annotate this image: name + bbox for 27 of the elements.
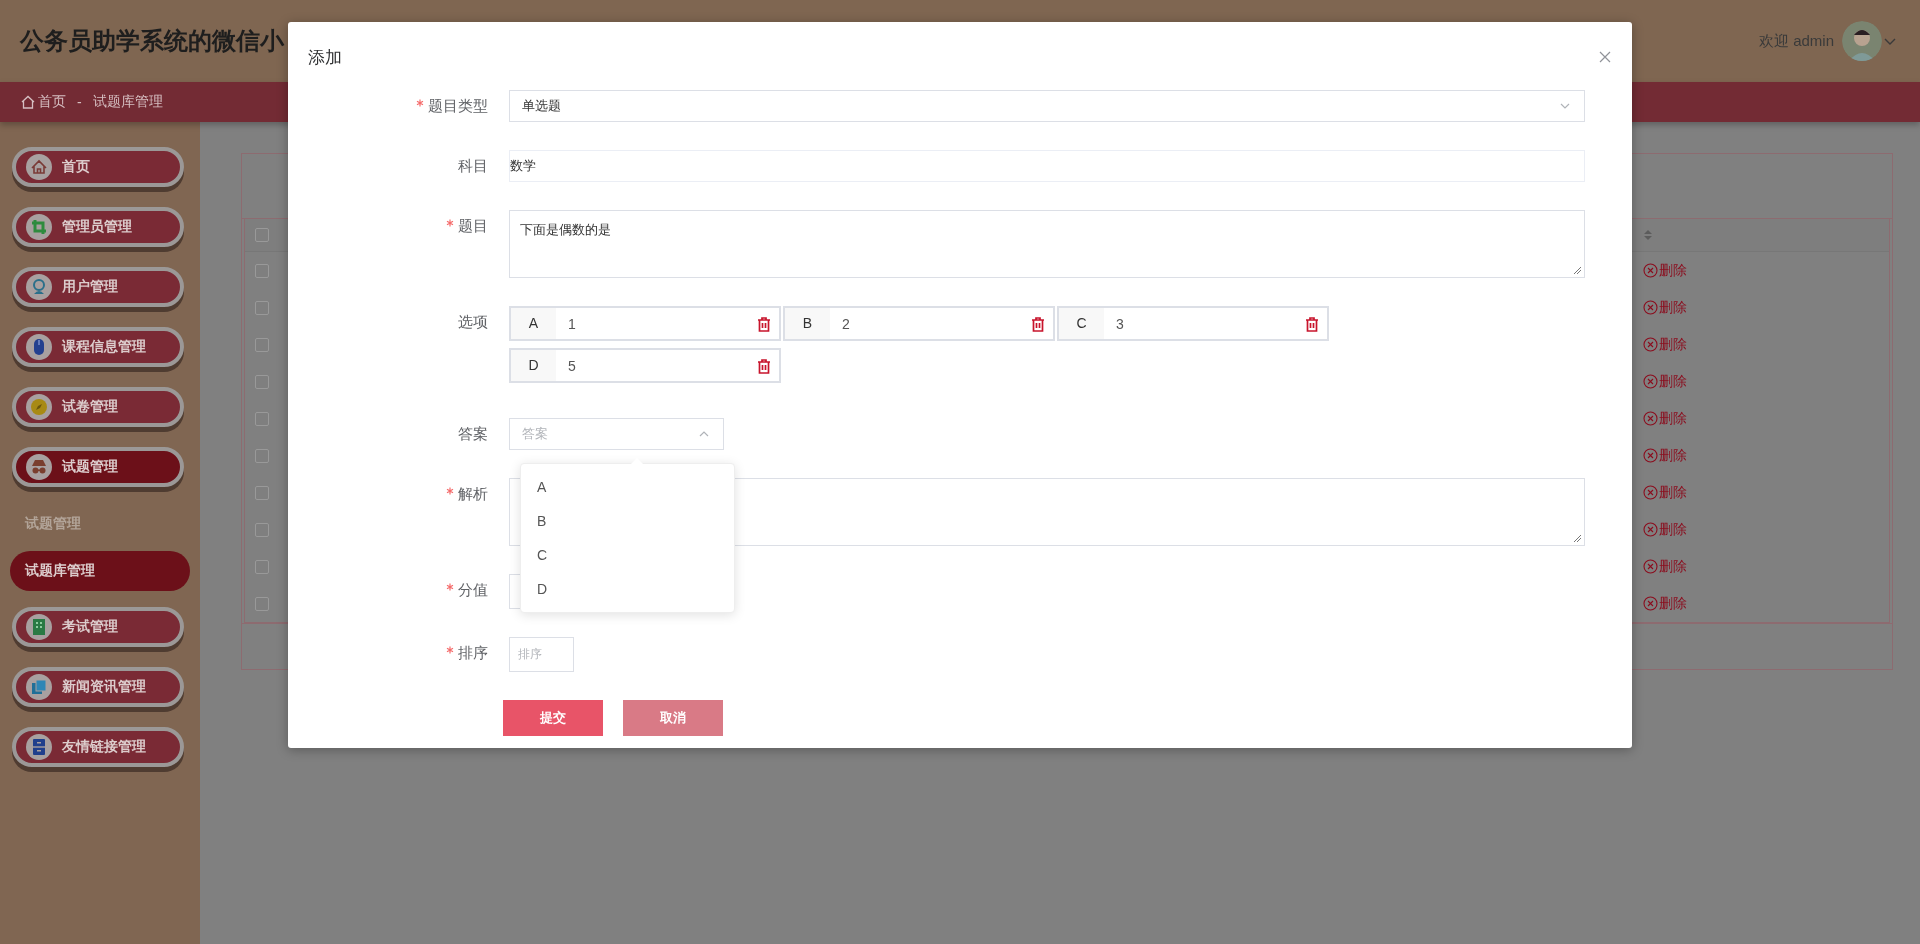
field-label: 科目 [458, 156, 488, 176]
field-label: 答案 [458, 424, 488, 444]
menu-label: 管理员管理 [62, 218, 132, 236]
submenu-heading: 试题管理 [24, 514, 82, 533]
menu-label: 考试管理 [62, 618, 118, 636]
menu-label: 课程信息管理 [62, 338, 146, 356]
menu-label: 首页 [62, 158, 90, 176]
app-title: 公务员助学系统的微信小 [20, 26, 284, 56]
field-label: 排序 [458, 643, 488, 663]
option-letter: A [511, 308, 556, 339]
field-label: 题目 [458, 216, 488, 236]
dialog-title: 添加 [308, 46, 343, 69]
menu-label: 用户管理 [62, 278, 118, 296]
field-label: 选项 [458, 312, 488, 332]
field-label: 题目类型 [428, 96, 488, 116]
menu-label: 试题管理 [62, 458, 118, 476]
menu-label: 试卷管理 [62, 398, 118, 416]
breadcrumb-separator: - [77, 94, 82, 110]
option-letter: C [1059, 308, 1104, 339]
option-letter: B [785, 308, 830, 339]
menu-label: 新闻资讯管理 [62, 678, 146, 696]
menu-label: 友情链接管理 [62, 738, 146, 756]
option-letter: D [511, 350, 556, 381]
field-label: 分值 [458, 580, 488, 600]
field-label: 解析 [458, 484, 488, 504]
breadcrumb-current: 试题库管理 [92, 93, 163, 111]
welcome-text: 欢迎 admin [1758, 31, 1834, 51]
